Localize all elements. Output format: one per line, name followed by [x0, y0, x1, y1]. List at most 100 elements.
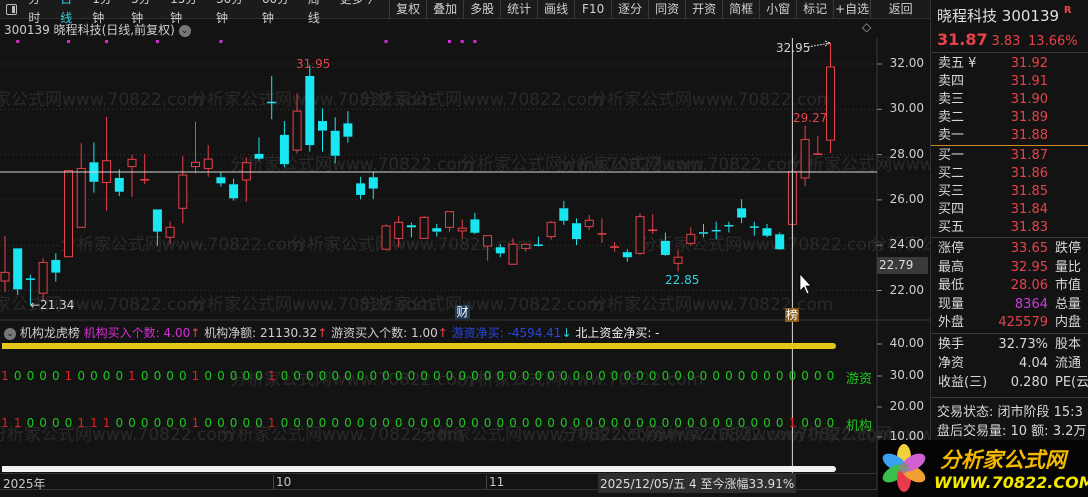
- flag-digit: 0: [445, 416, 454, 430]
- hot-money-label: 游资: [846, 372, 873, 387]
- flag-digit: 0: [826, 416, 835, 430]
- candle-body: [686, 233, 696, 244]
- horizontal-scrollbar[interactable]: [2, 466, 836, 472]
- candle-body: [584, 219, 594, 228]
- flag-digit: 0: [534, 369, 543, 383]
- flag-digit: 0: [534, 416, 543, 430]
- flag-digit: 1: [13, 416, 22, 430]
- inst-net: 机构净额: 21130.32: [204, 326, 318, 340]
- magenta-marker: [16, 40, 20, 43]
- finance-marker-text: 财: [456, 305, 468, 319]
- candle-body: [356, 183, 366, 195]
- candle-body: [826, 66, 835, 141]
- quote-value: 32.73%: [998, 337, 1048, 352]
- flag-digit: 0: [382, 369, 390, 383]
- flag-digit: 0: [344, 369, 352, 383]
- quote-label: 买三: [938, 184, 965, 199]
- flag-digit: 0: [13, 369, 22, 383]
- logo-url: WWW.70822.COM: [934, 473, 1088, 492]
- candle: [406, 222, 416, 238]
- candle: [749, 221, 759, 236]
- candle-body: [64, 170, 73, 258]
- candle-body: [660, 240, 670, 255]
- quote-label-2: PE(云: [1055, 375, 1088, 390]
- divider: [931, 52, 1088, 53]
- flag-digit: 0: [356, 416, 365, 430]
- flag-digit: 0: [521, 416, 530, 430]
- flag-digit: 0: [763, 416, 771, 430]
- candle: [597, 218, 607, 243]
- quote-label: 最低: [938, 278, 965, 293]
- candle-body: [432, 228, 442, 232]
- candle-body: [229, 184, 239, 199]
- flag-digit: 0: [420, 416, 428, 430]
- candle: [445, 211, 454, 232]
- quote-row: 最高 32.95 量比: [938, 259, 1088, 277]
- flag-digit: 0: [636, 369, 644, 383]
- flag-digit: 0: [293, 369, 301, 383]
- candle: [0, 235, 10, 293]
- hot-buy-count: 游资买入个数: 1.00: [331, 326, 438, 340]
- top-price-label: 32.95: [776, 41, 810, 55]
- flag-digit: 0: [699, 369, 708, 383]
- candle-body: [0, 271, 10, 282]
- arrow-up-icon: ↑: [190, 326, 201, 340]
- flag-digit: 0: [394, 369, 403, 383]
- candle-body: [368, 177, 378, 189]
- candle-body: [673, 256, 683, 264]
- indicator-menu-icon[interactable]: ⌄: [4, 327, 16, 340]
- candle: [165, 221, 175, 245]
- flag-digit: 0: [178, 369, 187, 383]
- flag-digit: 0: [140, 369, 149, 383]
- candle-body: [572, 223, 581, 240]
- quote-row: 卖三 31.90: [938, 91, 1088, 109]
- flag-digit: 0: [305, 369, 314, 383]
- quote-label-2: 市值: [1055, 278, 1082, 293]
- flag-digit: 0: [102, 369, 111, 383]
- candle-body: [76, 167, 86, 228]
- flag-digit: 0: [115, 369, 124, 383]
- flag-digit: 1: [77, 416, 85, 430]
- candle: [305, 65, 315, 152]
- flag-digit: 0: [471, 416, 479, 430]
- quote-label-2: 总量: [1055, 296, 1082, 312]
- flag-digit: 0: [636, 416, 644, 430]
- flag-digit: 1: [191, 416, 200, 430]
- magenta-marker: [460, 40, 464, 43]
- indicator-name: 机构龙虎榜: [19, 326, 80, 340]
- time-label: 2025年: [3, 477, 46, 491]
- low-price-label: 22.85: [665, 273, 699, 287]
- magenta-marker: [105, 40, 109, 43]
- magenta-marker: [219, 40, 223, 43]
- quote-label: 换手: [938, 337, 965, 352]
- cursor-date-label: 2025/12/05/五 4 至今涨幅33.91%: [598, 474, 797, 493]
- flag-digit: 0: [674, 369, 682, 383]
- candle-body: [457, 227, 467, 232]
- quote-label: 买一: [938, 148, 965, 163]
- quote-value: 425579: [998, 315, 1048, 330]
- indicator-tick-label: 30.00: [889, 368, 924, 382]
- quote-value: 31.85: [1010, 184, 1048, 199]
- candle-body: [292, 110, 302, 151]
- candle: [457, 219, 467, 239]
- quote-row: 买一 31.87: [938, 147, 1088, 165]
- flag-digit: 0: [331, 416, 339, 430]
- candle: [673, 250, 683, 272]
- flag-digit: 0: [775, 369, 784, 383]
- magenta-marker: [473, 40, 477, 43]
- flag-digit: 0: [686, 416, 695, 430]
- candle: [356, 176, 366, 200]
- flag-digit: 0: [674, 416, 682, 430]
- flag-digit: 1: [102, 416, 111, 430]
- quote-value: 31.86: [1010, 166, 1048, 181]
- orderbook-divider: [931, 145, 1088, 146]
- flag-digit: 0: [483, 416, 492, 430]
- flag-digit: 0: [242, 416, 251, 430]
- quote-value: 31.84: [1010, 202, 1048, 217]
- flag-digit: 0: [610, 369, 619, 383]
- candle: [254, 137, 264, 161]
- flag-digit: 0: [229, 369, 238, 383]
- flag-digit: 1: [1, 416, 9, 430]
- flag-digit: 0: [572, 416, 581, 430]
- quote-label: 最高: [938, 259, 965, 275]
